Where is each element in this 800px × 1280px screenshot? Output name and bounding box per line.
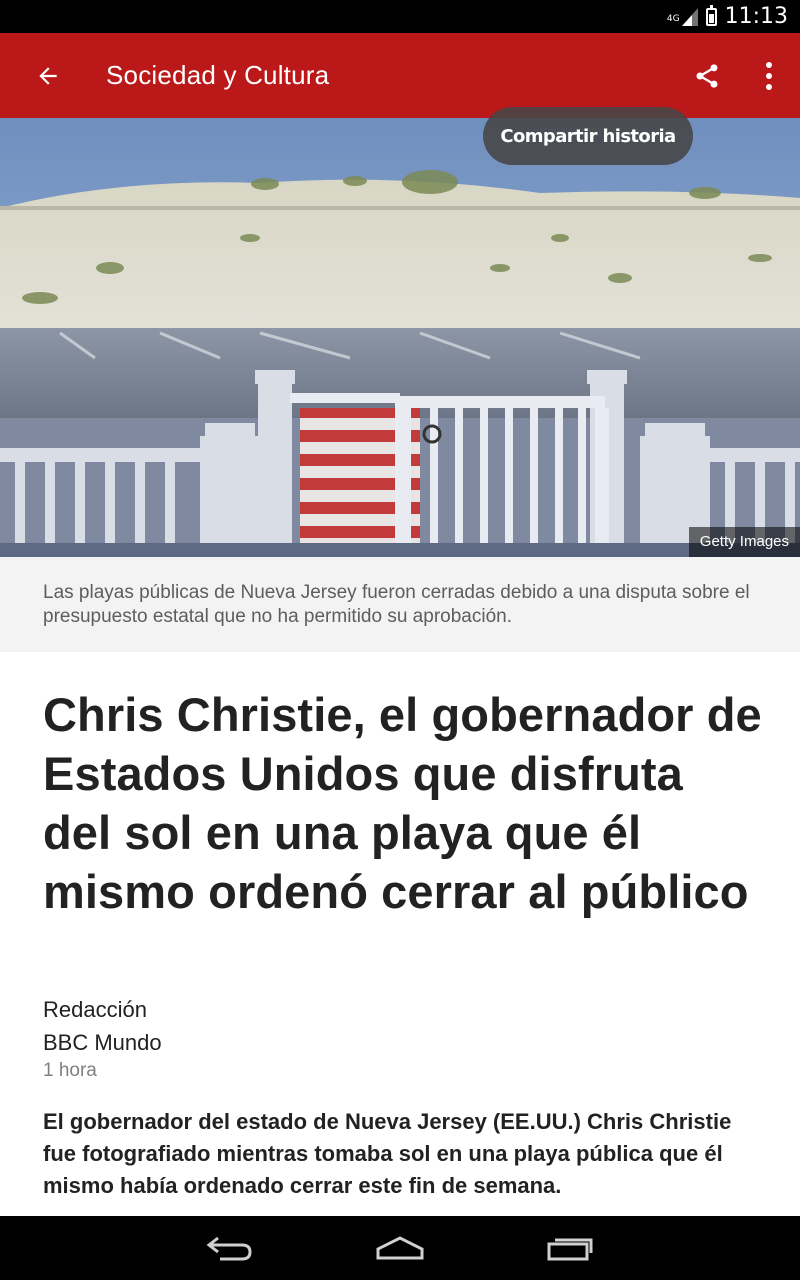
nav-recents-button[interactable] <box>485 1216 655 1280</box>
status-bar: 4G 11:13 <box>0 0 800 33</box>
byline-author: Redacción <box>43 997 147 1022</box>
image-caption: Las playas públicas de Nueva Jersey fuer… <box>43 582 750 627</box>
photo-credit: Getty Images <box>688 527 800 557</box>
nav-recents-icon <box>547 1238 593 1261</box>
article-timestamp: 1 hora <box>43 1060 97 1081</box>
article-lead: El gobernador del estado de Nueva Jersey… <box>43 1109 732 1198</box>
system-nav-bar <box>0 1216 800 1280</box>
nav-back-button[interactable] <box>145 1216 315 1280</box>
arrow-back-icon <box>39 66 57 85</box>
more-vert-icon <box>766 61 772 90</box>
battery-icon <box>705 4 717 26</box>
hero-image[interactable]: Getty Images <box>0 118 800 557</box>
page-title: Sociedad y Cultura <box>106 60 330 90</box>
share-button[interactable] <box>676 33 738 118</box>
signal-icon: 4G <box>666 7 698 26</box>
byline: Redacción BBC Mundo <box>43 993 162 1059</box>
article-headline: Chris Christie, el gobernador de Estados… <box>43 688 762 918</box>
nav-back-icon <box>206 1236 252 1261</box>
beach-photo <box>0 118 800 557</box>
back-button[interactable] <box>0 33 96 118</box>
caption-box: Las playas públicas de Nueva Jersey fuer… <box>0 557 800 652</box>
overflow-menu-button[interactable] <box>738 33 800 118</box>
share-tooltip: Compartir historia <box>483 107 693 165</box>
network-type-label: 4G <box>666 13 680 24</box>
status-clock: 11:13 <box>724 4 788 29</box>
nav-home-icon <box>376 1236 424 1260</box>
nav-home-button[interactable] <box>315 1216 485 1280</box>
share-icon <box>696 63 718 88</box>
app-bar: Sociedad y Cultura <box>0 33 800 118</box>
byline-outlet: BBC Mundo <box>43 1030 162 1055</box>
